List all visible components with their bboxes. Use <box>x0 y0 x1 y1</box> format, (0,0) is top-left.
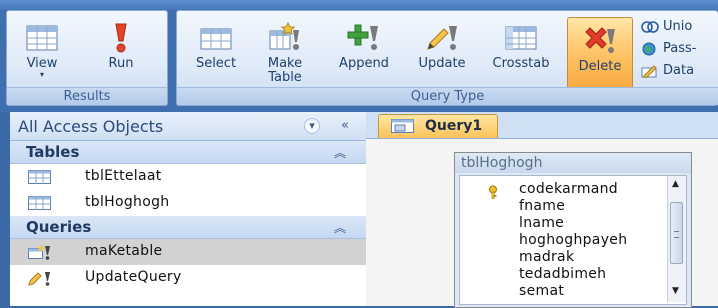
field-item[interactable]: fname <box>519 198 565 214</box>
update-query-icon <box>28 271 52 286</box>
query-tab-icon <box>391 119 415 138</box>
run-label: Run <box>108 56 134 71</box>
update-label: Update <box>418 56 466 71</box>
delete-query-button[interactable]: Delete <box>567 17 633 89</box>
make-table-button[interactable]: Make Table <box>255 13 315 87</box>
table-field-list[interactable]: tblHoghogh codekarmand fname lname hogho… <box>454 152 692 308</box>
make-table-label-line2: Table <box>268 70 302 85</box>
field-item[interactable]: tedadbimeh <box>519 266 606 282</box>
nav-header[interactable]: All Access Objects ▾ « <box>10 112 366 141</box>
union-query-button[interactable]: Unio <box>641 17 692 37</box>
delete-query-icon <box>583 24 617 58</box>
table-icon <box>28 196 52 211</box>
ribbon: View ▾ Run Results Select Make Table App… <box>0 0 718 112</box>
run-exclamation-icon <box>104 21 138 55</box>
query-design-surface[interactable]: tblHoghogh codekarmand fname lname hogho… <box>366 139 718 308</box>
field-item[interactable]: lname <box>519 215 564 231</box>
ribbon-top-strip <box>0 0 718 10</box>
field-item[interactable]: madrak <box>519 249 574 265</box>
nav-dropdown-icon[interactable]: ▾ <box>304 118 320 134</box>
run-button[interactable]: Run <box>93 13 149 87</box>
datasheet-view-icon <box>25 21 59 55</box>
field-list-scrollbar[interactable]: ▲ ▼ <box>667 176 686 302</box>
pass-through-label: Pass- <box>663 41 697 56</box>
query-type-extra-column: Unio Pass- Data <box>639 13 718 89</box>
crosstab-icon <box>504 21 538 55</box>
primary-key-icon <box>488 184 502 199</box>
field-list[interactable]: codekarmand fname lname hoghoghpayeh mad… <box>459 175 687 305</box>
table-field-list-title[interactable]: tblHoghogh <box>455 153 691 173</box>
select-query-button[interactable]: Select <box>181 13 251 87</box>
pass-through-button[interactable]: Pass- <box>641 39 696 59</box>
update-query-button[interactable]: Update <box>407 13 477 87</box>
scroll-down-arrow-icon[interactable]: ▼ <box>672 286 679 296</box>
data-definition-label: Data <box>663 63 695 78</box>
query-type-group-caption: Query Type <box>177 87 718 105</box>
results-group-caption: Results <box>7 87 167 105</box>
delete-label: Delete <box>578 59 622 74</box>
results-group: View ▾ Run Results <box>6 10 168 106</box>
nav-collapse-icon[interactable]: « <box>336 118 354 134</box>
field-item[interactable]: semat <box>519 283 564 299</box>
nav-title: All Access Objects <box>18 117 164 136</box>
make-table-query-icon <box>28 245 52 260</box>
append-query-button[interactable]: Append <box>325 13 403 87</box>
union-label: Unio <box>663 19 693 34</box>
tables-section-title: Tables <box>26 143 80 161</box>
globe-icon <box>641 42 659 56</box>
view-label: View <box>26 56 58 71</box>
update-pencil-icon <box>425 21 459 55</box>
nav-item-label: UpdateQuery <box>85 269 182 285</box>
tables-section-header[interactable]: Tables ︽ <box>10 141 366 164</box>
append-query-icon <box>347 21 381 55</box>
make-table-label-line1: Make <box>267 56 303 71</box>
scroll-up-arrow-icon[interactable]: ▲ <box>672 179 679 189</box>
collapse-up-icon[interactable]: ︽ <box>334 219 346 236</box>
queries-section-header[interactable]: Queries ︽ <box>10 216 366 239</box>
data-definition-icon <box>641 64 659 79</box>
nav-item-tblhoghogh[interactable]: tblHoghogh <box>10 190 366 216</box>
document-tab-strip: Query1 <box>366 112 718 139</box>
queries-section-title: Queries <box>26 218 92 236</box>
view-button[interactable]: View ▾ <box>11 13 73 87</box>
collapse-up-icon[interactable]: ︽ <box>334 144 346 161</box>
scrollbar-thumb[interactable] <box>670 202 683 264</box>
union-rings-icon <box>641 20 659 34</box>
query-work-area: Query1 tblHoghogh codekarmand fname lnam… <box>366 112 718 308</box>
append-label: Append <box>339 56 389 71</box>
field-item[interactable]: hoghoghpayeh <box>519 232 627 248</box>
nav-item-maketable[interactable]: maKetable <box>10 239 366 265</box>
chevron-down-icon: ▾ <box>39 70 44 79</box>
select-query-icon <box>199 21 233 55</box>
table-icon <box>28 170 52 185</box>
data-definition-button[interactable]: Data <box>641 61 694 81</box>
make-table-icon <box>268 21 302 55</box>
field-item[interactable]: codekarmand <box>519 181 618 197</box>
select-label: Select <box>195 56 237 71</box>
nav-item-updatequery[interactable]: UpdateQuery <box>10 265 366 291</box>
scrollbar-grip-icon <box>674 231 679 238</box>
crosstab-query-button[interactable]: Crosstab <box>481 13 561 87</box>
nav-item-tblettelaat[interactable]: tblEttelaat <box>10 164 366 190</box>
crosstab-label: Crosstab <box>492 56 550 71</box>
nav-item-label: tblEttelaat <box>85 168 162 184</box>
nav-item-label: tblHoghogh <box>85 194 170 210</box>
query-type-group: Select Make Table Append Update Crosstab… <box>176 10 718 106</box>
tab-query1[interactable]: Query1 <box>378 114 498 138</box>
navigation-pane: All Access Objects ▾ « Tables ︽ tblEttel… <box>10 112 367 306</box>
tab-label: Query1 <box>425 118 483 134</box>
nav-item-label: maKetable <box>85 243 163 259</box>
